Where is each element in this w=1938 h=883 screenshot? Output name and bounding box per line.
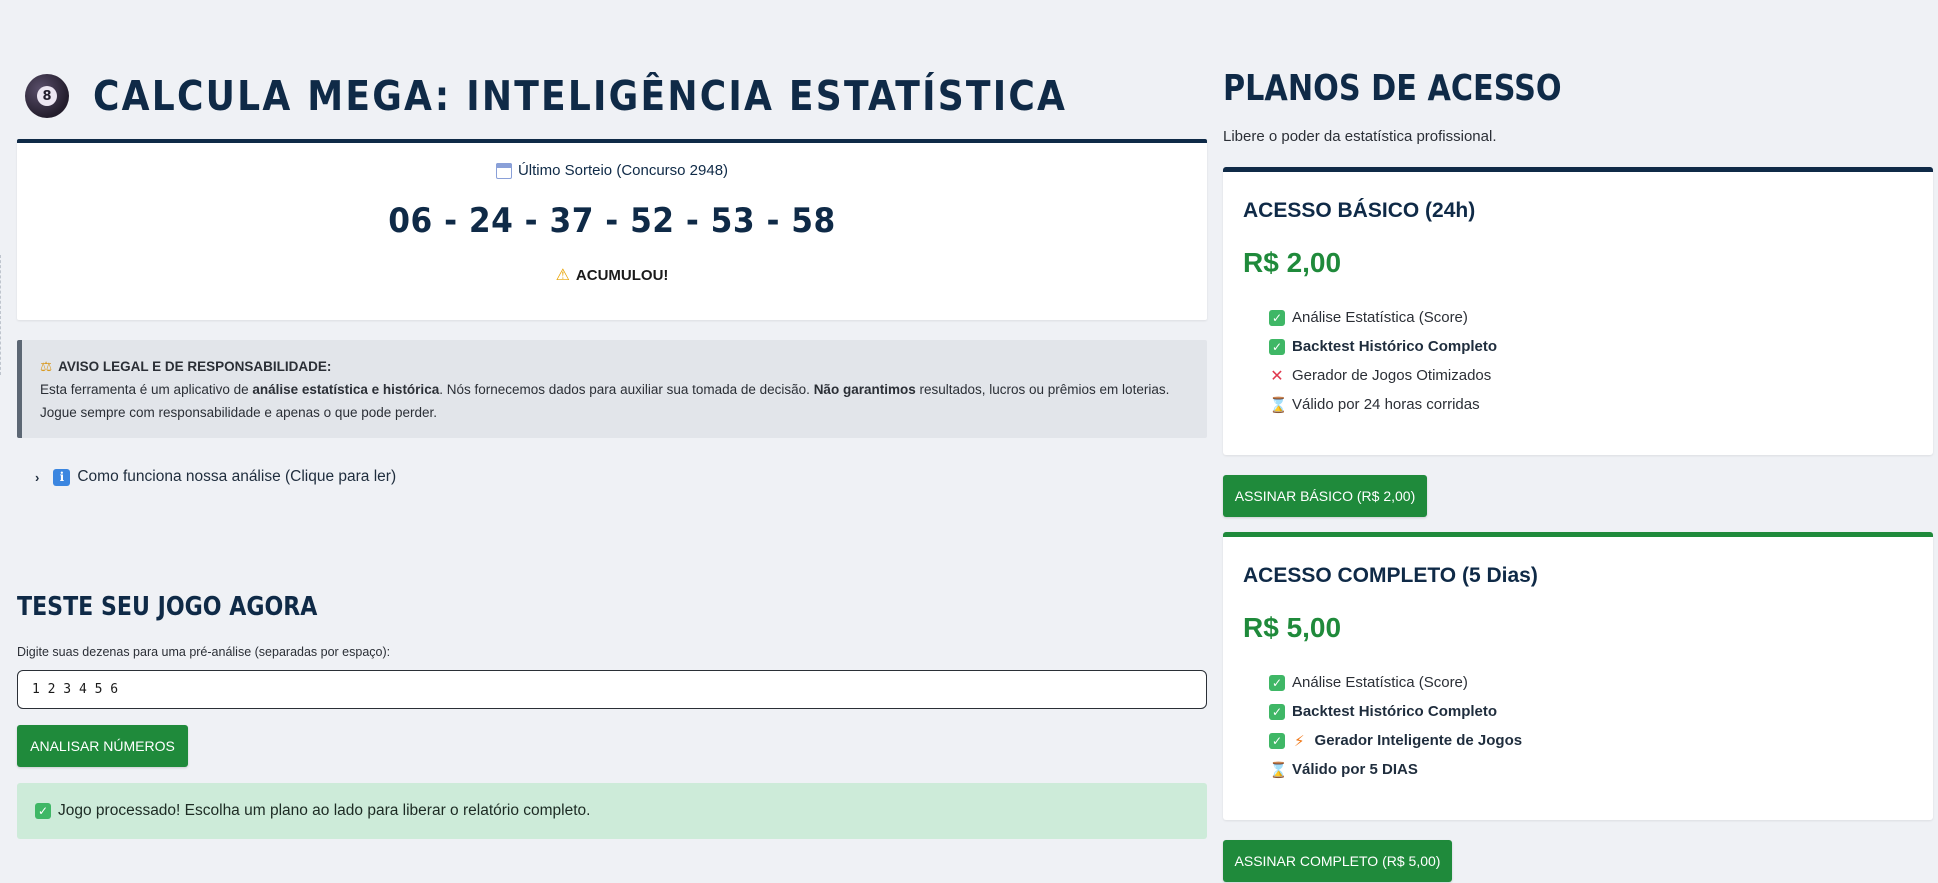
cross-icon: ✕ xyxy=(1270,366,1284,385)
how-it-works-expander[interactable]: › i Como funciona nossa análise (Clique … xyxy=(35,468,396,486)
check-icon: ✓ xyxy=(1269,732,1285,749)
plan-feature: ✓ Análise Estatística (Score) xyxy=(1269,668,1913,697)
scales-icon: ⚖ xyxy=(40,359,53,374)
check-icon: ✓ xyxy=(1269,703,1285,720)
plans-title: PLANOS DE ACESSO xyxy=(1223,68,1562,109)
lightning-icon: ⚡ xyxy=(1294,731,1305,750)
analyze-numbers-button[interactable]: ANALISAR NÚMEROS xyxy=(17,725,188,767)
plan-card-full: ACESSO COMPLETO (5 Dias) R$ 5,00 ✓ Anális… xyxy=(1223,532,1933,820)
plan-feature: ✕ Gerador de Jogos Otimizados xyxy=(1269,361,1913,390)
plan-name: ACESSO BÁSICO (24h) xyxy=(1243,199,1476,222)
chevron-right-icon: › xyxy=(35,469,40,485)
check-icon: ✓ xyxy=(1269,338,1285,355)
hourglass-icon: ⌛ xyxy=(1269,760,1288,779)
plan-feature-label: Gerador Inteligente de Jogos xyxy=(1314,732,1523,749)
billiard-ball-icon: 8 xyxy=(25,74,69,118)
plan-price: R$ 5,00 xyxy=(1243,612,1342,643)
legal-notice-title: AVISO LEGAL E DE RESPONSABILIDADE: xyxy=(58,359,332,374)
numbers-input[interactable] xyxy=(17,670,1207,709)
last-draw-card: Último Sorteio (Concurso 2948) 06 - 24 -… xyxy=(17,139,1207,320)
test-section-title: TESTE SEU JOGO AGORA xyxy=(17,592,318,622)
ball-number: 8 xyxy=(37,86,57,106)
plan-feature-label: Válido por 5 DIAS xyxy=(1292,761,1418,778)
last-draw-numbers: 06 - 24 - 37 - 52 - 53 - 58 xyxy=(388,201,836,241)
plan-price: R$ 2,00 xyxy=(1243,247,1342,278)
plan-feature-label: Gerador de Jogos Otimizados xyxy=(1292,367,1492,384)
legal-text-part: Esta ferramenta é um aplicativo de xyxy=(40,382,253,397)
success-alert: ✓ Jogo processado! Escolha um plano ao l… xyxy=(17,783,1207,839)
last-draw-heading-row: Último Sorteio (Concurso 2948) xyxy=(17,162,1207,179)
plans-subtitle: Libere o poder da estatística profission… xyxy=(1223,128,1497,145)
plan-feature-label: Backtest Histórico Completo xyxy=(1292,703,1498,720)
plan-feature: ✓ Backtest Histórico Completo xyxy=(1269,697,1913,726)
header: 8 CALCULA MEGA: INTELIGÊNCIA ESTATÍSTICA xyxy=(25,72,1200,120)
plan-feature-label: Análise Estatística (Score) xyxy=(1292,674,1468,691)
plan-features: ✓ Análise Estatística (Score) ✓ Backtest H… xyxy=(1269,303,1913,419)
legal-text-part: . Nós fornecemos dados para auxiliar sua… xyxy=(439,382,814,397)
plan-feature: ⌛ Válido por 24 horas corridas xyxy=(1269,390,1913,419)
legal-notice-text: Esta ferramenta é um aplicativo de análi… xyxy=(40,378,1189,424)
check-icon: ✓ xyxy=(35,803,51,819)
plan-feature: ✓ Análise Estatística (Score) xyxy=(1269,303,1913,332)
subscribe-basic-button[interactable]: ASSINAR BÁSICO (R$ 2,00) xyxy=(1223,475,1427,517)
hourglass-icon: ⌛ xyxy=(1269,395,1288,414)
plan-feature: ⌛ Válido por 5 DIAS xyxy=(1269,755,1913,784)
last-draw-status: ACUMULOU! xyxy=(575,266,669,284)
calendar-icon xyxy=(495,162,512,179)
check-icon: ✓ xyxy=(1269,674,1285,691)
page-edge-divider xyxy=(0,255,1,375)
plan-feature-label: Válido por 24 horas corridas xyxy=(1292,396,1480,413)
plan-feature-label: Backtest Histórico Completo xyxy=(1292,338,1498,355)
legal-text-bold: análise estatística e histórica xyxy=(252,382,440,397)
subscribe-full-button[interactable]: ASSINAR COMPLETO (R$ 5,00) xyxy=(1223,840,1452,882)
success-message: Jogo processado! Escolha um plano ao lad… xyxy=(58,802,591,819)
legal-notice: ⚖ AVISO LEGAL E DE RESPONSABILIDADE: Est… xyxy=(17,340,1207,438)
legal-notice-title-row: ⚖ AVISO LEGAL E DE RESPONSABILIDADE: xyxy=(40,355,1189,378)
last-draw-status-row: ⚠ ACUMULOU! xyxy=(17,265,1207,285)
legal-text-bold: Não garantimos xyxy=(813,382,916,397)
plan-feature: ✓ Backtest Histórico Completo xyxy=(1269,332,1913,361)
info-icon: i xyxy=(53,468,71,486)
plan-card-basic: ACESSO BÁSICO (24h) R$ 2,00 ✓ Análise Est… xyxy=(1223,167,1933,455)
expander-label: Como funciona nossa análise (Clique para… xyxy=(77,468,397,485)
check-icon: ✓ xyxy=(1269,309,1285,326)
plan-feature-label: Análise Estatística (Score) xyxy=(1292,309,1468,326)
last-draw-heading: Último Sorteio (Concurso 2948) xyxy=(517,162,729,179)
page-title: CALCULA MEGA: INTELIGÊNCIA ESTATÍSTICA xyxy=(93,72,1068,120)
numbers-input-label: Digite suas dezenas para uma pré-análise… xyxy=(17,645,391,659)
plan-name: ACESSO COMPLETO (5 Dias) xyxy=(1243,564,1538,587)
plan-feature: ✓ ⚡ Gerador Inteligente de Jogos xyxy=(1269,726,1913,755)
plan-features: ✓ Análise Estatística (Score) ✓ Backtest H… xyxy=(1269,668,1913,784)
warning-icon: ⚠ xyxy=(555,267,570,284)
